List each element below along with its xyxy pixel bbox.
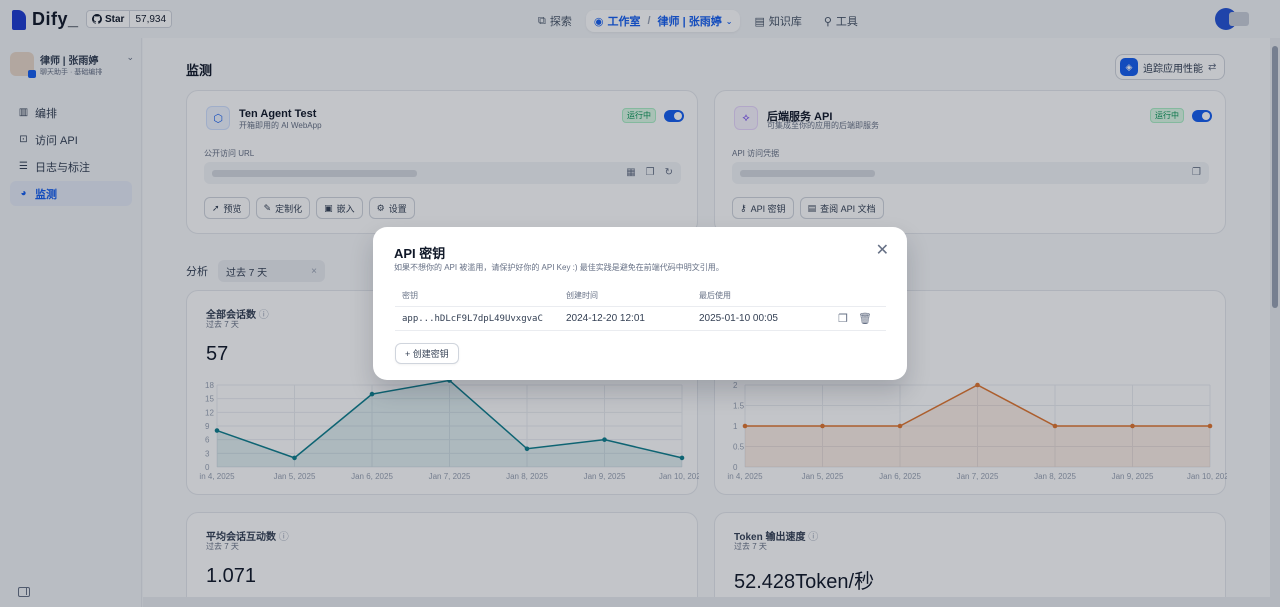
column-header: 密钥 <box>402 291 418 300</box>
create-key-label: + 创建密钥 <box>405 349 449 359</box>
table-header: 密钥 创建时间 最后使用 <box>395 285 886 307</box>
last-used-time: 2025-01-10 00:05 <box>699 313 778 324</box>
table-row: app...hDLcF9L7dpL49UvxgvaC 2024-12-20 12… <box>395 307 886 331</box>
close-icon[interactable]: ✕ <box>876 243 889 259</box>
row-actions: ❐ 🗑 <box>833 312 886 325</box>
created-time: 2024-12-20 12:01 <box>566 313 645 324</box>
column-header: 创建时间 <box>566 291 598 300</box>
trash-icon[interactable]: 🗑 <box>858 312 872 325</box>
api-key-value: app...hDLcF9L7dpL49UvxgvaC <box>402 313 543 324</box>
create-key-button[interactable]: + 创建密钥 <box>395 343 459 364</box>
api-key-table: 密钥 创建时间 最后使用 app...hDLcF9L7dpL49UvxgvaC … <box>395 285 886 331</box>
column-header: 最后使用 <box>699 291 731 300</box>
api-key-modal: API 密钥 如果不想你的 API 被滥用，请保护好你的 API Key :) … <box>373 227 907 380</box>
modal-title: API 密钥 <box>394 246 446 261</box>
modal-description: 如果不想你的 API 被滥用，请保护好你的 API Key :) 最佳实践是避免… <box>394 263 724 272</box>
copy-icon[interactable]: ❐ <box>838 312 848 325</box>
